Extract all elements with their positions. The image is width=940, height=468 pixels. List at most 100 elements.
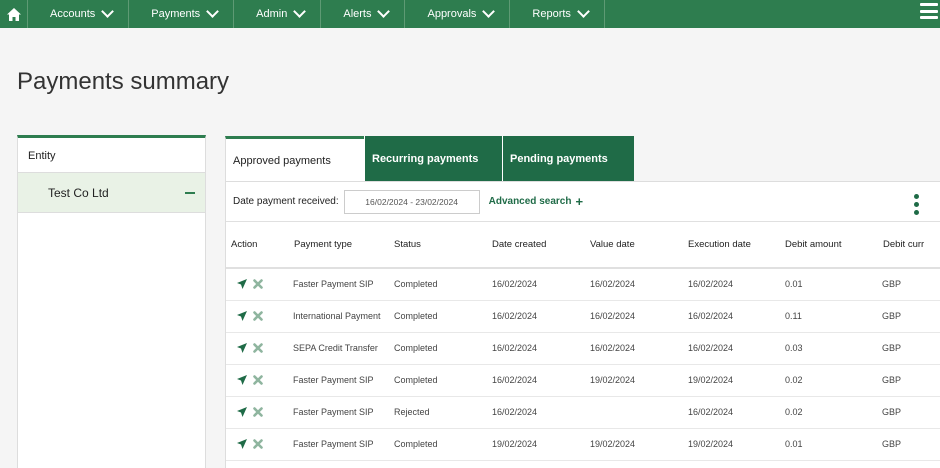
- tab-label: Approved payments: [233, 154, 331, 167]
- send-arrow-icon[interactable]: [237, 279, 247, 290]
- close-icon[interactable]: [253, 279, 263, 290]
- chevron-down-icon: [101, 5, 115, 18]
- table-header-row: Action Payment type Status Date created …: [226, 222, 940, 269]
- send-arrow-icon[interactable]: [237, 311, 247, 321]
- column-header-value-date[interactable]: Value date: [585, 222, 683, 269]
- column-header-date-created[interactable]: Date created: [487, 222, 585, 269]
- column-header-payment-type[interactable]: Payment type: [289, 222, 389, 269]
- date-created-cell: 16/02/2024: [487, 300, 585, 333]
- value-date-cell: 16/02/2024: [585, 268, 683, 301]
- send-arrow-icon[interactable]: [237, 343, 247, 353]
- tab-label: Recurring payments: [372, 153, 479, 165]
- value-date-cell: 16/02/2024: [585, 300, 683, 333]
- close-icon[interactable]: [253, 343, 263, 353]
- entity-panel: Entity Test Co Ltd: [17, 135, 206, 468]
- debit-currency-cell: GBP: [878, 332, 940, 365]
- close-icon[interactable]: [253, 439, 263, 449]
- execution-date-cell: 19/02/2024: [683, 364, 780, 397]
- payment-type-cell: International Payment: [289, 300, 389, 333]
- date-received-label: Date payment received:: [233, 196, 339, 207]
- debit-amount-cell: 0.02: [780, 364, 878, 397]
- nav-item-label: Approvals: [427, 8, 477, 20]
- tab-label: Pending payments: [510, 153, 608, 165]
- page-title: Payments summary: [17, 68, 230, 95]
- date-range-input[interactable]: [343, 189, 480, 214]
- column-header-debit-currency[interactable]: Debit curr: [878, 222, 940, 269]
- table-row[interactable]: International Payment Completed 16/02/20…: [226, 300, 940, 333]
- column-header-debit-amount[interactable]: Debit amount: [780, 222, 878, 269]
- nav-item-label: Payments: [151, 8, 201, 20]
- close-icon[interactable]: [253, 375, 263, 385]
- column-header-execution-date[interactable]: Execution date: [683, 222, 780, 269]
- action-cell: [226, 332, 289, 365]
- payment-type-cell: Faster Payment SIP: [289, 396, 389, 429]
- date-created-cell: 16/02/2024: [487, 396, 585, 429]
- send-arrow-icon[interactable]: [237, 407, 247, 417]
- column-header-action: Action: [226, 222, 289, 269]
- kebab-menu-icon[interactable]: [914, 194, 920, 215]
- table-row[interactable]: Faster Payment SIP Completed 19/02/2024 …: [226, 428, 940, 461]
- payment-type-cell: Faster Payment SIP: [289, 428, 389, 461]
- execution-date-cell: 19/02/2024: [683, 428, 780, 461]
- date-created-cell: 16/02/2024: [487, 268, 585, 301]
- payment-type-cell: SEPA Credit Transfer: [289, 332, 389, 365]
- value-date-cell: [585, 396, 683, 429]
- action-cell: [226, 268, 289, 301]
- advanced-search-link[interactable]: Advanced search +: [489, 195, 583, 208]
- debit-currency-cell: GBP: [878, 396, 940, 429]
- value-date-cell: 16/02/2024: [585, 332, 683, 365]
- debit-currency-cell: GBP: [878, 268, 940, 301]
- debit-amount-cell: 0.01: [780, 268, 878, 301]
- debit-amount-cell: 0.03: [780, 332, 878, 365]
- entity-selected-item[interactable]: Test Co Ltd: [18, 173, 205, 213]
- close-icon[interactable]: [253, 311, 263, 321]
- home-icon: [6, 7, 21, 21]
- table-row[interactable]: SEPA Credit Transfer Completed 16/02/202…: [226, 332, 940, 365]
- tab-recurring-payments[interactable]: Recurring payments: [364, 136, 502, 182]
- minus-icon[interactable]: [185, 191, 195, 194]
- payments-panel: Date payment received: Advanced search +…: [225, 181, 940, 468]
- status-cell: Completed: [389, 428, 487, 461]
- advanced-search-label: Advanced search: [488, 196, 572, 207]
- payment-type-cell: Faster Payment SIP: [289, 268, 389, 301]
- filter-bar: Date payment received: Advanced search +: [226, 182, 940, 222]
- hamburger-menu-icon[interactable]: [920, 2, 938, 20]
- debit-currency-cell: GBP: [878, 300, 940, 333]
- date-created-cell: 19/02/2024: [487, 428, 585, 461]
- tab-approved-payments[interactable]: Approved payments: [225, 136, 364, 182]
- status-cell: Rejected: [389, 396, 487, 429]
- status-cell: Completed: [389, 300, 487, 333]
- nav-reports[interactable]: Reports: [510, 0, 605, 28]
- chevron-down-icon: [577, 5, 590, 18]
- status-cell: Completed: [389, 268, 487, 301]
- entity-name: Test Co Ltd: [48, 185, 109, 200]
- value-date-cell: 19/02/2024: [585, 428, 683, 461]
- execution-date-cell: 16/02/2024: [683, 300, 780, 333]
- action-cell: [226, 428, 289, 461]
- nav-accounts[interactable]: Accounts: [28, 0, 130, 28]
- value-date-cell: 19/02/2024: [585, 364, 683, 397]
- table-row[interactable]: Faster Payment SIP Rejected 16/02/2024 1…: [226, 396, 940, 429]
- nav-admin[interactable]: Admin: [234, 0, 322, 28]
- close-icon[interactable]: [253, 407, 263, 417]
- nav-payments[interactable]: Payments: [129, 0, 235, 28]
- chevron-down-icon: [377, 5, 391, 18]
- tab-pending-payments[interactable]: Pending payments: [502, 136, 634, 182]
- status-cell: Completed: [389, 364, 487, 397]
- table-row[interactable]: Faster Payment SIP Completed 16/02/2024 …: [226, 364, 940, 397]
- table-row[interactable]: Faster Payment SIP Completed 16/02/2024 …: [226, 268, 940, 301]
- send-arrow-icon[interactable]: [237, 375, 247, 385]
- nav-alerts[interactable]: Alerts: [321, 0, 406, 28]
- nav-item-label: Alerts: [343, 8, 372, 20]
- debit-amount-cell: 0.01: [780, 428, 878, 461]
- home-button[interactable]: [0, 0, 28, 28]
- column-header-status[interactable]: Status: [389, 222, 487, 269]
- payment-tabs: Approved payments Recurring payments Pen…: [225, 136, 634, 182]
- nav-approvals[interactable]: Approvals: [405, 0, 511, 28]
- chevron-down-icon: [206, 5, 220, 18]
- nav-item-label: Reports: [532, 8, 571, 20]
- action-cell: [226, 396, 289, 429]
- top-navigation: Accounts Payments Admin Alerts Approvals…: [0, 0, 940, 28]
- debit-amount-cell: 0.11: [780, 300, 878, 333]
- send-arrow-icon[interactable]: [237, 439, 247, 449]
